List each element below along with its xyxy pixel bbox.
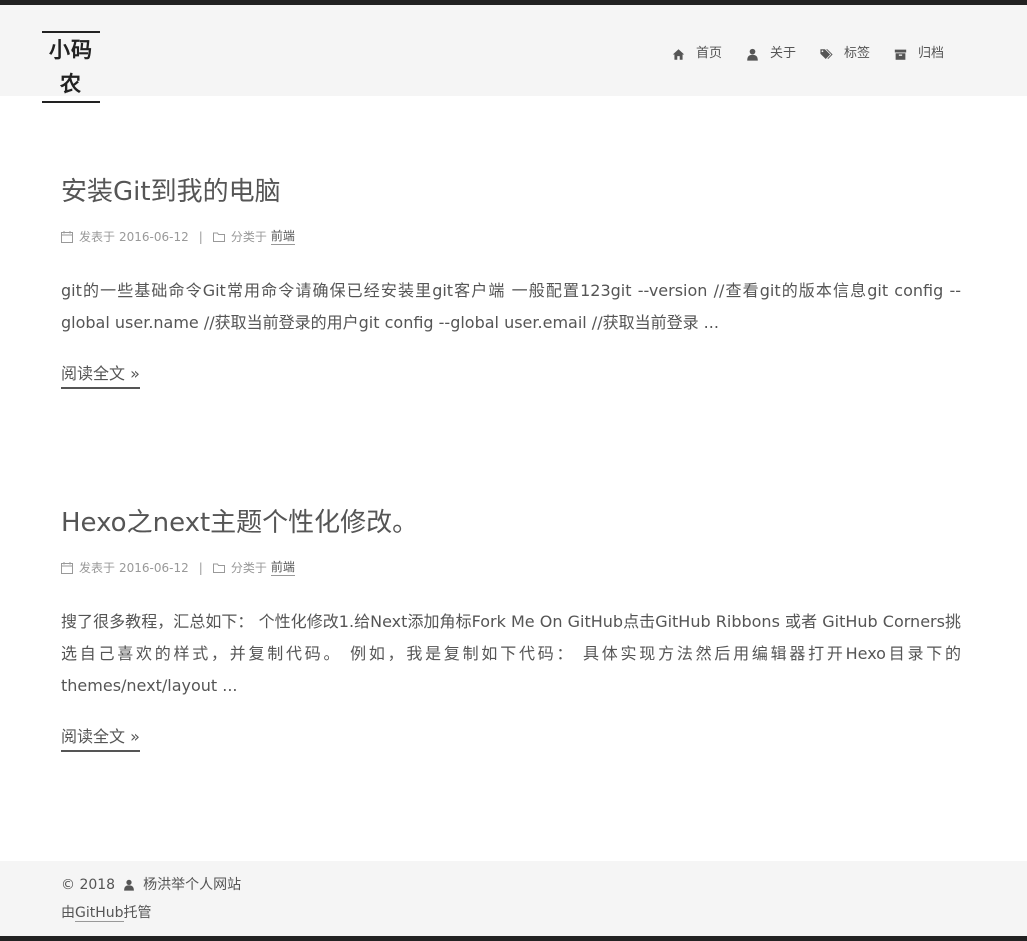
post-item: Hexo之next主题个性化修改。 发表于 2016-06-12 | 分类于 前… bbox=[61, 505, 961, 752]
post-date-label: 发表于 bbox=[79, 560, 116, 575]
post-item: 安装Git到我的电脑 发表于 2016-06-12 | 分类于 前端 git的一… bbox=[61, 174, 961, 389]
post-excerpt: git的一些基础命令Git常用命令请确保已经安装里git客户端 一般配置123g… bbox=[61, 281, 961, 332]
post-date: 2016-06-12 bbox=[119, 229, 189, 244]
menu-item-about[interactable]: 关于 bbox=[746, 46, 796, 62]
home-icon bbox=[672, 48, 685, 61]
menu-item-home[interactable]: 首页 bbox=[672, 46, 722, 62]
hosted-prefix: 由 bbox=[61, 905, 75, 921]
post-meta: 发表于 2016-06-12 | 分类于 前端 bbox=[61, 228, 961, 245]
footer-author: 杨洪举个人网站 bbox=[143, 877, 242, 893]
post-category-link[interactable]: 前端 bbox=[270, 559, 295, 576]
menu-label-tags: 标签 bbox=[844, 46, 871, 61]
menu-label-home: 首页 bbox=[696, 46, 723, 61]
menu-label-archives: 归档 bbox=[918, 46, 945, 61]
copyright-text: © 2018 bbox=[61, 877, 116, 893]
site-title[interactable]: 小码农 bbox=[42, 33, 100, 101]
post-category-label: 分类于 bbox=[230, 560, 267, 575]
menu-label-about: 关于 bbox=[770, 46, 797, 61]
folder-icon bbox=[212, 562, 225, 574]
post-title[interactable]: 安装Git到我的电脑 bbox=[61, 174, 961, 210]
hosted-suffix: 托管 bbox=[123, 905, 152, 921]
post-date-label: 发表于 bbox=[79, 229, 116, 244]
site-footer: © 2018 杨洪举个人网站 由GitHub托管 bbox=[0, 861, 1027, 936]
meta-divider: | bbox=[198, 560, 203, 575]
calendar-icon bbox=[61, 230, 73, 243]
archive-icon bbox=[894, 48, 907, 61]
calendar-icon bbox=[61, 561, 73, 574]
post-category-link[interactable]: 前端 bbox=[270, 228, 295, 245]
user-icon bbox=[746, 48, 759, 61]
meta-divider: | bbox=[198, 229, 203, 244]
footer-copyright: © 2018 杨洪举个人网站 bbox=[61, 876, 241, 894]
footer-powered: 由GitHub托管 bbox=[61, 904, 152, 922]
menu-item-archives[interactable]: 归档 bbox=[894, 46, 944, 62]
brand-bottom-line bbox=[42, 101, 100, 103]
post-excerpt: 搜了很多教程，汇总如下： 个性化修改1.给Next添加角标Fork Me On … bbox=[61, 612, 961, 695]
site-brand[interactable]: 小码农 bbox=[42, 31, 100, 103]
tags-icon bbox=[820, 48, 833, 61]
read-more-button[interactable]: 阅读全文 » bbox=[61, 724, 140, 752]
menu-item-tags[interactable]: 标签 bbox=[820, 46, 870, 62]
post-category-label: 分类于 bbox=[230, 229, 267, 244]
bottom-border-bar bbox=[0, 936, 1027, 941]
post-title[interactable]: Hexo之next主题个性化修改。 bbox=[61, 505, 961, 541]
user-icon bbox=[123, 879, 135, 891]
read-more-button[interactable]: 阅读全文 » bbox=[61, 361, 140, 389]
post-meta: 发表于 2016-06-12 | 分类于 前端 bbox=[61, 559, 961, 576]
site-header: 小码农 首页 关于 标签 归档 bbox=[0, 5, 1027, 103]
github-link[interactable]: GitHub bbox=[75, 905, 124, 922]
main-menu: 首页 关于 标签 归档 bbox=[672, 46, 944, 62]
post-date: 2016-06-12 bbox=[119, 560, 189, 575]
folder-icon bbox=[212, 231, 225, 243]
